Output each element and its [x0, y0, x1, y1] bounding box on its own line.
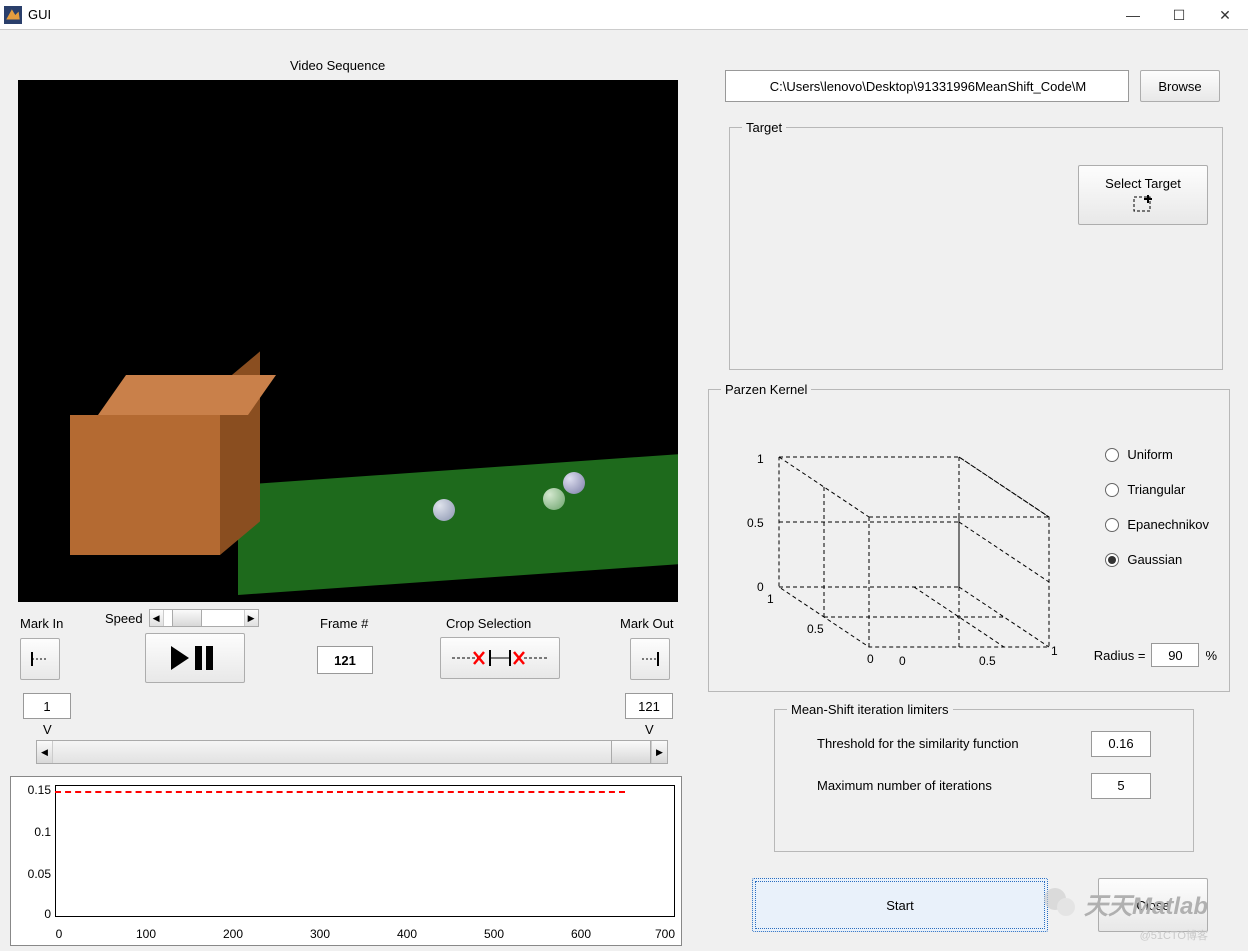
crop-icon [450, 648, 550, 668]
scene-ball-3 [563, 472, 585, 494]
svg-text:1: 1 [767, 592, 774, 606]
xtick-300: 300 [300, 927, 340, 941]
maximize-button[interactable]: ☐ [1156, 0, 1202, 30]
threshold-line [55, 791, 625, 793]
ytick-015: 0.15 [17, 783, 51, 797]
kernel-legend: Parzen Kernel [721, 382, 811, 397]
crop-selection-button[interactable] [440, 637, 560, 679]
scene-ball-1 [433, 499, 455, 521]
scene-cube [98, 375, 288, 555]
play-pause-icon [167, 644, 223, 672]
mark-out-indicator: V [645, 722, 654, 737]
svg-text:0: 0 [867, 652, 874, 666]
xtick-200: 200 [213, 927, 253, 941]
close-window-button[interactable]: ✕ [1202, 0, 1248, 30]
select-target-button[interactable]: Select Target [1078, 165, 1208, 225]
window-title: GUI [28, 7, 51, 22]
ytick-0: 0 [17, 907, 51, 921]
ytick-01: 0.1 [17, 825, 51, 839]
play-pause-button[interactable] [145, 633, 245, 683]
kernel-fieldset: Parzen Kernel 1 0.5 0 1 [708, 382, 1230, 692]
frame-slider-inc[interactable]: ▶ [651, 741, 667, 763]
path-input[interactable] [725, 70, 1129, 102]
start-button[interactable]: Start [752, 878, 1048, 932]
mark-in-icon [28, 650, 52, 668]
maxiter-input[interactable] [1091, 773, 1151, 799]
minimize-button[interactable]: — [1110, 0, 1156, 30]
close-button[interactable]: Close [1098, 878, 1208, 932]
video-sequence-title: Video Sequence [290, 58, 385, 73]
svg-text:0.5: 0.5 [807, 622, 824, 636]
maxiter-label: Maximum number of iterations [817, 778, 992, 793]
radius-unit: % [1205, 648, 1217, 663]
xtick-400: 400 [387, 927, 427, 941]
crop-label: Crop Selection [446, 616, 531, 631]
mark-out-icon [638, 650, 662, 668]
limiters-legend: Mean-Shift iteration limiters [787, 702, 953, 717]
xtick-600: 600 [561, 927, 601, 941]
kernel-3d-axes: 1 0.5 0 1 0.5 0 0 0.5 1 [729, 427, 1059, 687]
app-window: GUI — ☐ ✕ Video Sequence Speed ◀ ▶ [0, 0, 1248, 951]
speed-slider[interactable]: ◀ ▶ [149, 609, 259, 627]
mark-out-button[interactable] [630, 638, 670, 680]
threshold-label: Threshold for the similarity function [817, 736, 1019, 751]
video-display [18, 80, 678, 602]
speed-thumb[interactable] [172, 609, 202, 627]
frame-slider[interactable]: ◀ ▶ [36, 740, 668, 764]
mark-in-indicator: V [43, 722, 52, 737]
frame-number-input[interactable] [317, 646, 373, 674]
xtick-0: 0 [39, 927, 79, 941]
speed-inc-icon[interactable]: ▶ [244, 610, 258, 626]
mark-in-label: Mark In [20, 616, 63, 631]
frame-label: Frame # [320, 616, 368, 631]
select-target-label: Select Target [1105, 176, 1181, 191]
target-legend: Target [742, 120, 786, 135]
xtick-100: 100 [126, 927, 166, 941]
ytick-005: 0.05 [17, 867, 51, 881]
frame-slider-dec[interactable]: ◀ [37, 741, 53, 763]
radius-label: Radius = [1094, 648, 1146, 663]
browse-button[interactable]: Browse [1140, 70, 1220, 102]
radius-input[interactable] [1151, 643, 1199, 667]
mark-in-button[interactable] [20, 638, 60, 680]
svg-text:0: 0 [757, 580, 764, 594]
scene-ground [238, 451, 678, 595]
xtick-700: 700 [645, 927, 685, 941]
threshold-input[interactable] [1091, 731, 1151, 757]
speed-dec-icon[interactable]: ◀ [150, 610, 164, 626]
mark-in-value[interactable] [23, 693, 71, 719]
similarity-chart: 0.15 0.1 0.05 0 0 100 200 300 400 500 60… [10, 776, 682, 946]
kernel-radio-uniform[interactable]: Uniform [1105, 447, 1209, 462]
svg-text:0.5: 0.5 [979, 654, 996, 668]
matlab-icon [4, 6, 22, 24]
speed-label: Speed [105, 611, 143, 626]
kernel-radio-epanechnikov[interactable]: Epanechnikov [1105, 517, 1209, 532]
svg-text:1: 1 [1051, 644, 1058, 658]
titlebar: GUI — ☐ ✕ [0, 0, 1248, 30]
svg-text:1: 1 [757, 452, 764, 466]
crosshair-icon [1130, 193, 1156, 215]
kernel-radio-gaussian[interactable]: Gaussian [1105, 552, 1209, 567]
mark-out-label: Mark Out [620, 616, 673, 631]
frame-slider-thumb[interactable] [611, 740, 651, 764]
limiters-fieldset: Mean-Shift iteration limiters Threshold … [774, 702, 1194, 852]
scene-ball-2 [543, 488, 565, 510]
kernel-radio-triangular[interactable]: Triangular [1105, 482, 1209, 497]
mark-out-value[interactable] [625, 693, 673, 719]
target-fieldset: Target Select Target [729, 120, 1223, 370]
xtick-500: 500 [474, 927, 514, 941]
svg-text:0.5: 0.5 [747, 516, 764, 530]
svg-text:0: 0 [899, 654, 906, 668]
